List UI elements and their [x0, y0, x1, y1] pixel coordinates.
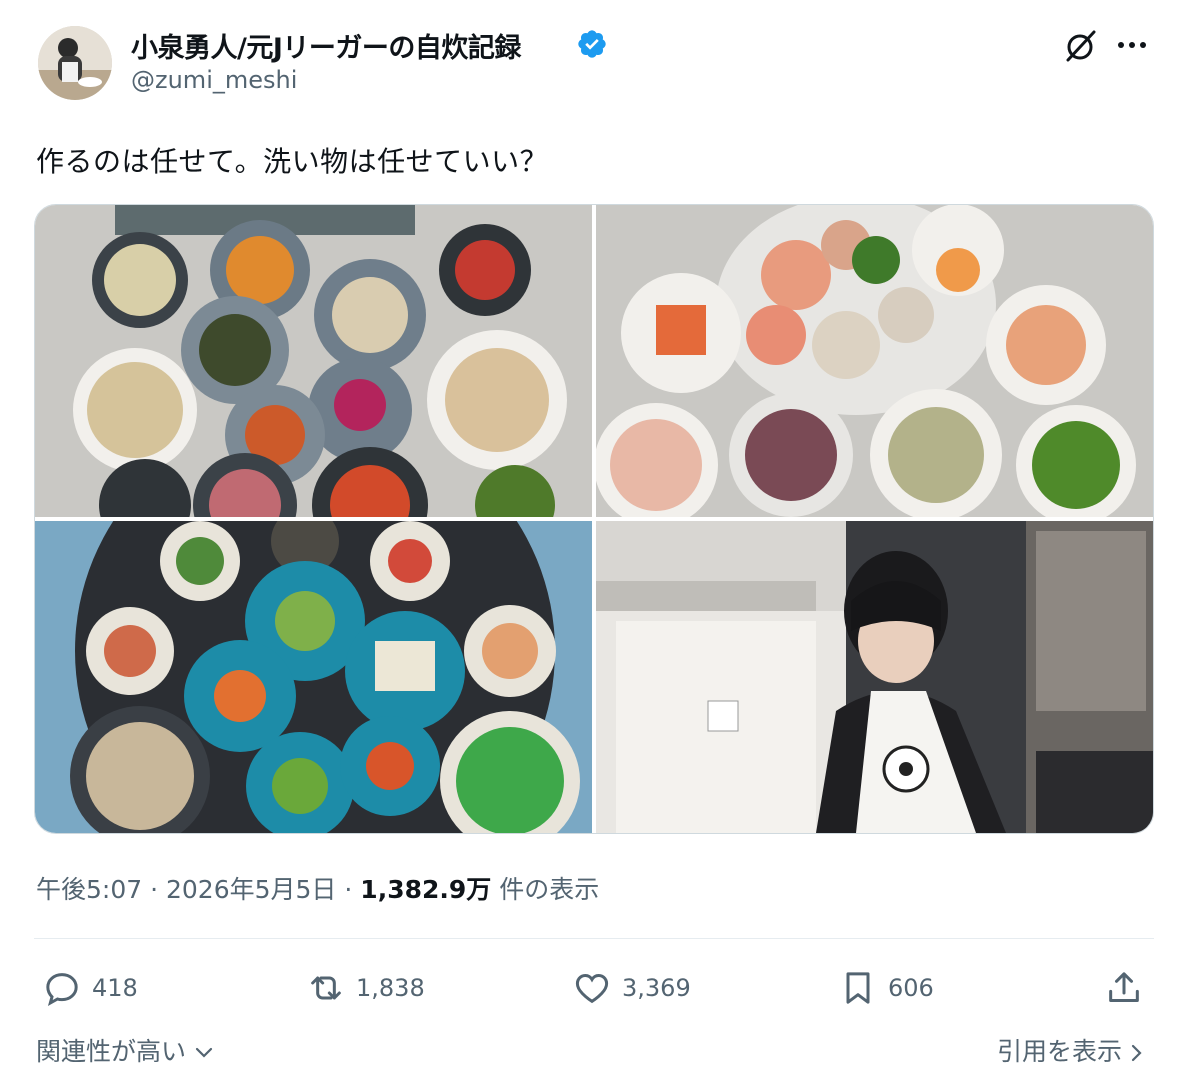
verified-badge-icon — [578, 30, 606, 58]
like-button[interactable]: 3,369 — [572, 968, 691, 1008]
view-quotes-label: 引用を表示 — [997, 1037, 1123, 1066]
view-count: 1,382.9万 — [360, 875, 492, 904]
reply-count: 418 — [92, 974, 138, 1002]
more-icon[interactable] — [1114, 30, 1150, 60]
reply-button[interactable]: 418 — [42, 968, 138, 1008]
media-image-blue-plates[interactable] — [35, 521, 592, 833]
bookmark-count: 606 — [888, 974, 934, 1002]
author-display-name[interactable]: 小泉勇人/元Jリーガーの自炊記録 — [131, 26, 521, 65]
tweet-date[interactable]: 2026年5月5日 — [166, 875, 336, 904]
like-count: 3,369 — [622, 974, 691, 1002]
tweet-text: 作るのは任せて。洗い物は任せていい？ — [36, 145, 549, 178]
chevron-down-icon — [194, 1037, 214, 1066]
media-image-man-cooking[interactable] — [596, 521, 1153, 833]
bookmark-button[interactable]: 606 — [838, 968, 934, 1008]
author-handle[interactable]: @zumi_meshi — [131, 66, 297, 94]
media-grid[interactable] — [34, 204, 1154, 834]
retweet-count: 1,838 — [356, 974, 425, 1002]
view-quotes-link[interactable]: 引用を表示 — [997, 1032, 1144, 1068]
heart-icon — [575, 973, 609, 1004]
divider — [34, 938, 1154, 939]
view-count-suffix: 件の表示 — [499, 875, 600, 904]
sort-label: 関連性が高い — [36, 1037, 187, 1066]
retweet-icon — [311, 976, 341, 1000]
media-image-plates-egg[interactable] — [596, 205, 1153, 517]
bookmark-icon — [846, 972, 870, 1004]
grok-icon[interactable] — [1062, 28, 1098, 64]
meta-separator: · — [150, 875, 159, 904]
avatar[interactable] — [38, 26, 112, 100]
share-button[interactable] — [1104, 968, 1154, 1008]
meta-separator: · — [344, 875, 353, 904]
tweet-time[interactable]: 午後5:07 — [36, 875, 142, 904]
media-image-food-spread[interactable] — [35, 205, 592, 517]
tweet-meta: 午後5:07 · 2026年5月5日 · 1,382.9万 件の表示 — [36, 870, 599, 906]
share-icon — [1109, 972, 1139, 1002]
retweet-button[interactable]: 1,838 — [306, 968, 425, 1008]
sort-relevant-dropdown[interactable]: 関連性が高い — [36, 1032, 214, 1068]
reply-icon — [46, 973, 78, 1007]
chevron-right-icon — [1130, 1037, 1144, 1066]
